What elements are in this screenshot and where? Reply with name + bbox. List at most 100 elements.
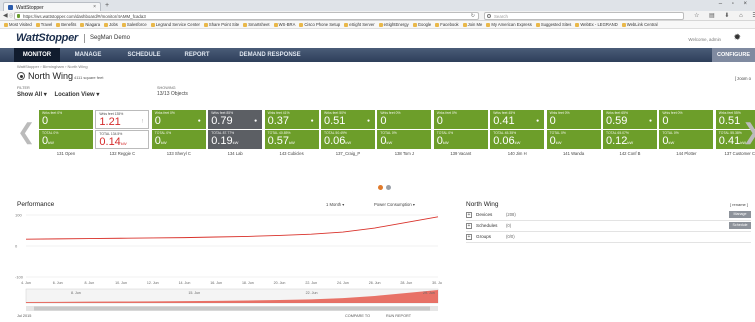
- north-wing-row[interactable]: + Schedules (0) Schedule: [466, 222, 751, 232]
- tile-power[interactable]: TOTAL 0% 0kW: [377, 130, 432, 149]
- zone-tile[interactable]: Wrks feet 0% 0 TOTAL 0% 0kW 139 Vacant: [433, 110, 488, 156]
- north-wing-row[interactable]: + Groups (0/0): [466, 233, 751, 243]
- bookmark-item[interactable]: Facebook: [435, 21, 459, 28]
- pager-dot-active[interactable]: [378, 185, 383, 190]
- bookmark-item[interactable]: Most Visited: [4, 21, 32, 28]
- menu-demand-response[interactable]: DEMAND RESPONSE: [222, 48, 318, 62]
- tile-power[interactable]: TOTAL 50.49% 0.06kW: [321, 130, 375, 149]
- tile-power[interactable]: TOTAL 0% 0kW: [433, 130, 488, 149]
- bookmark-item[interactable]: eSightEnergy: [378, 21, 409, 28]
- tile-occupancy[interactable]: Wrks feet 0% 0: [377, 110, 432, 129]
- bookmark-item[interactable]: Join Me: [462, 21, 482, 28]
- window-controls[interactable]: – ▫ ×: [719, 1, 751, 7]
- bookmark-item[interactable]: eSight Server: [344, 21, 375, 28]
- bookmark-item[interactable]: Niagara: [80, 21, 100, 28]
- tile-occupancy[interactable]: Wrks feet 0% 0: [39, 110, 93, 129]
- north-wing-row[interactable]: + Devices (208) Manage: [466, 211, 751, 221]
- pager-dot[interactable]: [386, 185, 391, 190]
- row-action-button[interactable]: Manage: [729, 211, 751, 218]
- browser-tab[interactable]: WattStopper ×: [3, 2, 101, 11]
- browser-toolbar-icons[interactable]: ☆ ▤ ⬇ ⌂ ☰: [694, 12, 755, 19]
- bookmark-item[interactable]: WebEx - LEGRAND: [575, 21, 618, 28]
- tile-power[interactable]: TOTAL 134.5% 0.14kW: [95, 130, 150, 149]
- tiles-prev-arrow-icon[interactable]: ❮: [17, 121, 35, 143]
- tile-power[interactable]: TOTAL 0% 0kW: [151, 130, 206, 149]
- tile-occupancy[interactable]: Wrks feet 45% 0.41 ●: [490, 110, 545, 129]
- reload-icon[interactable]: ↻: [471, 13, 475, 19]
- close-tab-icon[interactable]: ×: [93, 4, 96, 10]
- zone-tile[interactable]: Wrks feet 0% 0 TOTAL 0% 0kW 141 Wanda: [546, 110, 601, 156]
- bookmark-item[interactable]: Legrand Service Center: [150, 21, 200, 28]
- tile-power[interactable]: TOTAL 40.85% 0.57kW: [264, 130, 319, 149]
- back-arrow-icon[interactable]: ◀: [3, 12, 8, 20]
- tile-power[interactable]: TOTAL 65.07% 0.12kW: [603, 130, 657, 149]
- gear-icon[interactable]: ✹: [733, 33, 741, 42]
- bookmark-item[interactable]: Benefits: [56, 21, 76, 28]
- bookmark-item[interactable]: Smartsheet: [243, 21, 270, 28]
- zone-tile[interactable]: Wrks feet 0% 0 TOTAL 0% 0kW 131 Open: [39, 110, 93, 156]
- bookmark-item[interactable]: Suggested Sites: [535, 21, 571, 28]
- bookmark-item[interactable]: Salesforce: [121, 21, 147, 28]
- bookmark-item[interactable]: My American Express: [486, 21, 532, 28]
- tile-occupancy[interactable]: Wrks feet 65% 0.59 ●: [603, 110, 657, 129]
- tile-power[interactable]: TOTAL 0% 0kW: [659, 130, 714, 149]
- bookmark-item[interactable]: WS-BRA: [273, 21, 295, 28]
- expand-plus-icon[interactable]: +: [466, 212, 472, 218]
- tile-occupancy[interactable]: Wrks feet 50% 0.51 ●: [321, 110, 375, 129]
- zone-tile[interactable]: Wrks feet 45% 0.41 ● TOTAL 45.35% 0.06kW 140 …: [490, 110, 545, 156]
- tile-occupancy[interactable]: Wrks feet 41% 0.37 ●: [264, 110, 319, 129]
- rename-link[interactable]: [ rename ]: [730, 202, 748, 207]
- url-text[interactable]: https://ws.wattstopper.com/dashboard/#/m…: [23, 14, 146, 19]
- metric-dropdown[interactable]: Power Consumption ▾: [374, 202, 415, 207]
- welcome-text[interactable]: Welcome, admin: [688, 37, 721, 42]
- wattstopper-logo[interactable]: WattStopper: [16, 32, 78, 44]
- performance-chart[interactable]: 100 0 -1004. Jun 6. Jun 8. Jun 10. Jun 12. Jun…: [14, 209, 442, 313]
- menu-report[interactable]: REPORT: [174, 48, 220, 62]
- zone-tile[interactable]: Wrks feet 85% 0.79 ● TOTAL 87.77% 0.19kW 134 …: [208, 110, 263, 156]
- zone-tile[interactable]: Wrks feet 41% 0.37 ● TOTAL 40.85% 0.57kW 143 …: [264, 110, 319, 156]
- run-report-link[interactable]: RUN REPORT: [386, 314, 411, 318]
- row-action-button[interactable]: Schedule: [729, 222, 751, 229]
- compare-to-link[interactable]: COMPARE TO: [345, 314, 370, 318]
- bookmark-item[interactable]: Jobs: [104, 21, 118, 28]
- expand-plus-icon[interactable]: +: [466, 234, 472, 240]
- tile-occupancy[interactable]: Wrks feet 135% 1.21!: [95, 110, 150, 129]
- info-icon[interactable]: ⓘ: [9, 12, 13, 20]
- tile-power[interactable]: TOTAL 0% 0kW: [546, 130, 601, 149]
- zone-tile[interactable]: Wrks feet 50% 0.51 ● TOTAL 50.49% 0.06kW 137_…: [321, 110, 375, 156]
- menu-manage[interactable]: MANAGE: [62, 48, 114, 62]
- range-dropdown[interactable]: 1 Month ▾: [326, 202, 344, 207]
- tile-power[interactable]: TOTAL 87.77% 0.19kW: [208, 130, 263, 149]
- bookmark-item[interactable]: Google: [412, 21, 431, 28]
- tile-occupancy[interactable]: Wrks feet 0% 0 ●: [151, 110, 206, 129]
- area-radio-icon[interactable]: [17, 72, 25, 80]
- tile-occupancy[interactable]: Wrks feet 0% 0: [433, 110, 488, 129]
- show-all-dropdown[interactable]: Show All ▾: [17, 92, 47, 98]
- tile-power[interactable]: TOTAL 45.35% 0.06kW: [490, 130, 545, 149]
- location-view-dropdown[interactable]: Location View ▾: [54, 92, 99, 98]
- tile-unit: kW: [386, 140, 393, 145]
- search-input[interactable]: Search: [484, 12, 684, 20]
- zone-tile[interactable]: Wrks feet 0% 0 ● TOTAL 0% 0kW 133 Sheryl C: [151, 110, 206, 156]
- zone-tile[interactable]: Wrks feet 0% 0 TOTAL 0% 0kW 144 Plotter: [659, 110, 714, 156]
- menu-schedule[interactable]: SCHEDULE: [116, 48, 172, 62]
- zone-tile[interactable]: Wrks feet 0% 0 TOTAL 0% 0kW 138 Tom J: [377, 110, 432, 156]
- tiles-next-arrow-icon[interactable]: ❯: [742, 121, 755, 143]
- new-tab-icon[interactable]: +: [105, 2, 109, 9]
- bookmark-item[interactable]: Cisco Phone Setup: [299, 21, 340, 28]
- breadcrumb[interactable]: WattStopper › Birmingham › North Wing: [17, 64, 88, 69]
- address-bar[interactable]: https://ws.wattstopper.com/dashboard/#/m…: [14, 12, 479, 20]
- bookmark-item[interactable]: Travel: [35, 21, 52, 28]
- bookmark-item[interactable]: WebLink Central: [621, 21, 658, 28]
- bookmark-item[interactable]: Share Point Site: [203, 21, 239, 28]
- tile-occupancy[interactable]: Wrks feet 0% 0: [546, 110, 601, 129]
- tile-power[interactable]: TOTAL 0% 0kW: [39, 130, 93, 149]
- tile-occupancy[interactable]: Wrks feet 85% 0.79 ●: [208, 110, 263, 129]
- menu-monitor[interactable]: MONITOR: [14, 48, 60, 62]
- zone-tile[interactable]: Wrks feet 65% 0.59 ● TOTAL 65.07% 0.12kW 142 …: [603, 110, 657, 156]
- tile-occupancy[interactable]: Wrks feet 0% 0: [659, 110, 714, 129]
- zoom-link[interactable]: [ zoom o: [735, 76, 751, 81]
- expand-plus-icon[interactable]: +: [466, 223, 472, 229]
- zone-tile[interactable]: Wrks feet 135% 1.21! TOTAL 134.5% 0.14kW 132…: [95, 110, 150, 156]
- configure-button[interactable]: CONFIGURE: [712, 48, 755, 62]
